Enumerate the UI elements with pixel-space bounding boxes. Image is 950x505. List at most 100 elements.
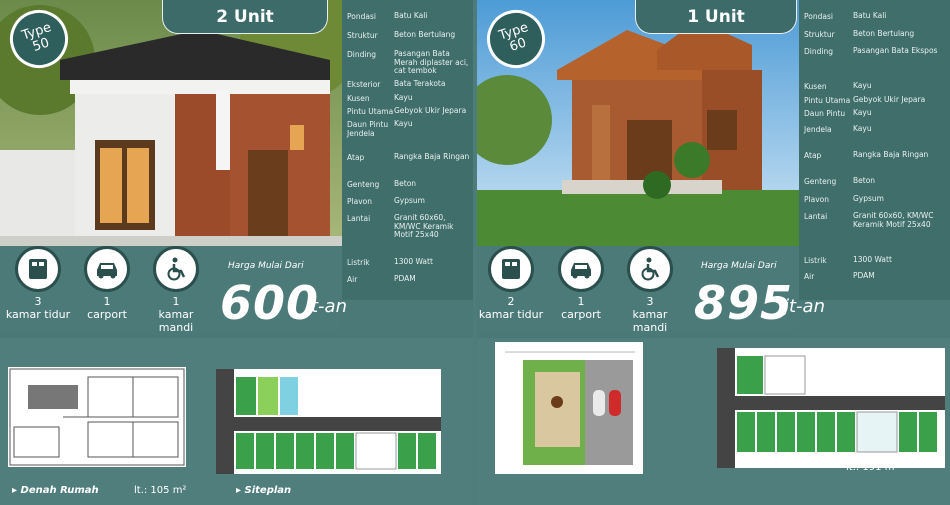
spec-key: Daun Pintu Jendela [347, 120, 389, 138]
site-plan-caption: ▸ Siteplan [236, 485, 292, 496]
spec-list: Pondasi Batu Kali Struktur Beton Bertulang… [342, 0, 473, 300]
spec-value: Batu Kali [853, 11, 887, 20]
plan-section: ▸ Siteplan lt.: 191 m² [477, 338, 950, 505]
spec-value: Gebyok Ukir Jepara [853, 95, 926, 104]
spec-value: Kayu [394, 119, 413, 128]
spec-key: Plavon [347, 197, 372, 206]
spec-value: Beton [394, 179, 417, 188]
spec-key: Dinding [804, 47, 833, 56]
wheelchair-icon [627, 246, 673, 292]
spec-key: Kusen [804, 82, 827, 91]
price-value: 600 [220, 276, 320, 330]
spec-key: Listrik [804, 256, 827, 265]
site-plan [717, 348, 945, 468]
spec-value: 1300 Watt [394, 257, 433, 266]
price-unit: jt-an [784, 296, 825, 317]
spec-value: Gebyok Ukir Jepara [394, 106, 467, 115]
spec-list: Pondasi Batu Kali Struktur Beton Bertulang… [799, 0, 950, 300]
spec-value: 1300 Watt [853, 255, 892, 264]
amenity-count: 1 [172, 295, 180, 308]
spec-value: Rangka Baja Ringan [394, 152, 470, 161]
price-unit: jt-an [306, 296, 347, 317]
spec-key: Struktur [804, 30, 835, 39]
spec-key: Pintu Utama [804, 96, 851, 105]
site-plan [216, 369, 441, 474]
unit-count-tab: 1 Unit [635, 0, 797, 34]
spec-key: Jendela [804, 125, 832, 134]
spec-key: Lantai [347, 214, 371, 223]
spec-value: Kayu [853, 108, 872, 117]
spec-key: Daun Pintu [804, 109, 846, 118]
car-icon [558, 246, 604, 292]
spec-value: PDAM [394, 274, 416, 283]
spec-key: Struktur [347, 31, 378, 40]
amenity-label: carport [561, 308, 601, 321]
spec-value: Gypsum [394, 196, 425, 205]
spec-key: Listrik [347, 258, 370, 267]
spec-value: Kayu [394, 93, 413, 102]
amenity-count: 3 [646, 295, 654, 308]
spec-key: Atap [804, 151, 822, 160]
amenity-label: kamar tidur [478, 308, 544, 321]
amenity-label: kamar mandi [632, 308, 668, 334]
wheelchair-icon [153, 246, 199, 292]
floor-plan-caption: ▸ Denah Rumah [12, 485, 99, 496]
spec-value: Beton Bertulang [394, 30, 456, 39]
amenity-bedroom: 3 kamar tidur [3, 246, 73, 321]
spec-value: Kayu [853, 81, 872, 90]
spec-value: Batu Kali [394, 11, 428, 20]
spec-value: Granit 60x60, KM/WC Keramik Motif 25x40 [853, 211, 934, 229]
spec-key: Pintu Utama [347, 107, 394, 116]
floor-plan [8, 367, 186, 467]
spec-key: Pondasi [347, 12, 376, 21]
spec-value: Gypsum [853, 194, 884, 203]
amenity-label: kamar mandi [158, 308, 194, 334]
amenity-label: carport [87, 308, 127, 321]
spec-key: Eksterior [347, 80, 381, 89]
amenity-carport: 1 carport [72, 246, 142, 321]
site-plan-caption: ▸ Siteplan [739, 457, 795, 468]
spec-value: Beton Bertulang [853, 29, 915, 38]
spec-value: Rangka Baja Ringan [853, 150, 929, 159]
amenity-bedroom: 2 kamar tidur [477, 246, 546, 321]
spec-key: Air [347, 275, 358, 284]
spec-key: Genteng [347, 180, 380, 189]
floor-plan [495, 342, 643, 474]
spec-value: Pasangan Bata Merah diplaster aci, cat t… [394, 49, 469, 76]
car-icon [84, 246, 130, 292]
amenity-carport: 1 carport [546, 246, 616, 321]
spec-value: PDAM [853, 271, 875, 280]
spec-value: Pasangan Bata Ekspos [853, 46, 938, 55]
spec-value: Granit 60x60, KM/WC Keramik Motif 25x40 [394, 213, 454, 240]
panel-type-50: 2 Unit Type 50 Pondasi Batu Kali Struktur B… [0, 0, 473, 505]
spec-value: Bata Terakota [394, 79, 446, 88]
amenity-label: kamar tidur [5, 308, 71, 321]
spec-key: Pondasi [804, 12, 833, 21]
price-label: Harga Mulai Dari [228, 261, 304, 271]
amenity-count: 2 [507, 295, 515, 308]
spec-key: Kusen [347, 94, 370, 103]
spec-key: Genteng [804, 177, 837, 186]
amenity-bathroom: 1 kamar mandi [141, 246, 211, 334]
floor-area: lt.: 105 m² [134, 485, 187, 496]
amenity-count: 1 [577, 295, 585, 308]
panel-type-60: 1 Unit Type 60 Pondasi Batu Kali Struktur B… [477, 0, 950, 505]
spec-key: Dinding [347, 50, 376, 59]
amenity-count: 3 [34, 295, 42, 308]
amenity-count: 1 [103, 295, 111, 308]
bed-icon [15, 246, 61, 292]
site-area: lt.: 191 m² [846, 462, 899, 473]
plan-section: ▸ Denah Rumah lt.: 105 m² ▸ Siteplan [0, 338, 473, 505]
spec-key: Plavon [804, 195, 829, 204]
spec-key: Lantai [804, 212, 828, 221]
price-value: 895 [694, 276, 794, 330]
spec-key: Air [804, 272, 815, 281]
amenity-bathroom: 3 kamar mandi [615, 246, 685, 334]
spec-key: Atap [347, 153, 365, 162]
bed-icon [488, 246, 534, 292]
unit-count-tab: 2 Unit [162, 0, 328, 34]
brochure: 2 Unit Type 50 Pondasi Batu Kali Struktur B… [0, 0, 950, 505]
spec-value: Beton [853, 176, 876, 185]
price-label: Harga Mulai Dari [701, 261, 777, 271]
spec-value: Kayu [853, 124, 872, 133]
